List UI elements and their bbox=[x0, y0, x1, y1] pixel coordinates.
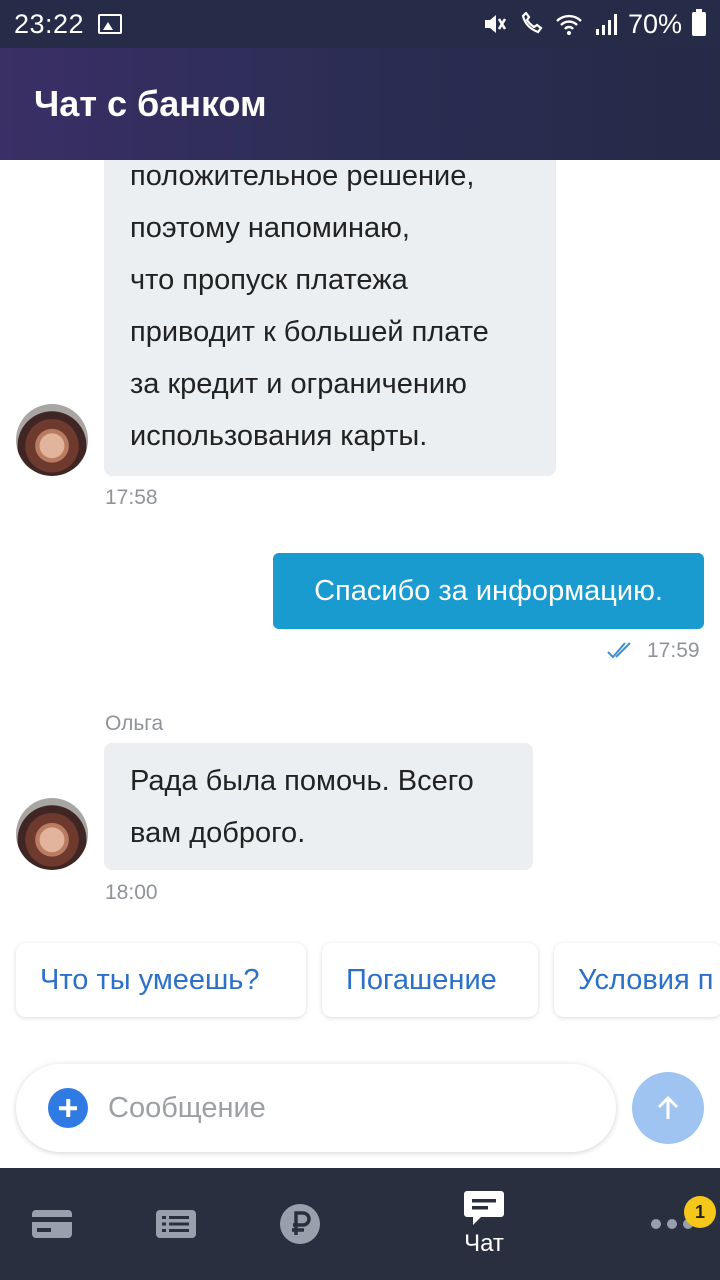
nav-item-payments[interactable] bbox=[264, 1168, 336, 1280]
ruble-icon bbox=[280, 1204, 320, 1244]
read-checkmarks-icon bbox=[607, 642, 631, 659]
message-line: Рада была помочь. Всего bbox=[130, 765, 474, 797]
nav-item-chat[interactable]: Чат bbox=[436, 1168, 532, 1280]
message-line: приводит к большей плате bbox=[130, 316, 489, 348]
message-time: 17:59 bbox=[647, 639, 700, 662]
message-line: использования карты. bbox=[130, 420, 428, 452]
status-bar: 23:22 70% bbox=[0, 0, 720, 48]
outgoing-message: Спасибо за информацию. bbox=[273, 553, 704, 629]
card-icon bbox=[32, 1210, 72, 1238]
quick-reply-chip[interactable]: Что ты умеешь? bbox=[16, 943, 306, 1017]
arrow-up-icon bbox=[657, 1095, 679, 1119]
message-composer bbox=[16, 1064, 616, 1152]
message-text: Спасибо за информацию. bbox=[314, 574, 663, 607]
quick-reply-chip[interactable]: Погашение bbox=[322, 943, 538, 1017]
mute-icon bbox=[484, 15, 507, 33]
bottom-navigation: Чат 1 bbox=[0, 1168, 720, 1280]
message-input[interactable] bbox=[108, 1091, 568, 1125]
image-notification-icon bbox=[98, 14, 123, 34]
chat-icon bbox=[464, 1191, 504, 1225]
nav-item-history[interactable] bbox=[140, 1168, 212, 1280]
quick-replies: Что ты умеешь? Погашение Условия п bbox=[16, 943, 720, 1017]
status-indicators: 70% bbox=[482, 9, 706, 40]
message-line: вам доброго. bbox=[130, 817, 306, 849]
chat-area[interactable]: положительное решение, поэтому напоминаю… bbox=[0, 160, 720, 1168]
signal-icon bbox=[595, 14, 617, 35]
message-time: 17:58 bbox=[105, 486, 158, 509]
message-time: 18:00 bbox=[105, 881, 158, 904]
agent-avatar bbox=[16, 798, 88, 870]
page-title: Чат с банком bbox=[34, 83, 267, 124]
status-time: 23:22 bbox=[14, 8, 85, 39]
list-icon bbox=[156, 1210, 196, 1238]
battery-percent: 70% bbox=[627, 8, 682, 39]
message-line: за кредит и ограничению bbox=[130, 368, 467, 400]
agent-avatar bbox=[16, 404, 88, 476]
app-header: Чат с банком bbox=[0, 48, 720, 160]
nav-item-cards[interactable] bbox=[16, 1168, 88, 1280]
sender-name: Ольга bbox=[105, 712, 164, 735]
message-line: положительное решение, bbox=[130, 160, 475, 192]
incoming-message: положительное решение, поэтому напоминаю… bbox=[104, 160, 556, 476]
battery-icon bbox=[692, 9, 706, 36]
nav-label-chat: Чат bbox=[464, 1230, 504, 1257]
message-line: что пропуск платежа bbox=[130, 264, 408, 296]
notification-badge: 1 bbox=[684, 1196, 716, 1228]
attach-plus-icon[interactable] bbox=[48, 1088, 88, 1128]
wifi-icon bbox=[556, 14, 582, 35]
wifi-call-icon bbox=[521, 12, 543, 34]
message-line: поэтому напоминаю, bbox=[130, 212, 410, 244]
incoming-message: Рада была помочь. Всего вам доброго. bbox=[104, 743, 533, 870]
quick-reply-chip[interactable]: Условия п bbox=[554, 943, 720, 1017]
send-button[interactable] bbox=[632, 1072, 704, 1144]
